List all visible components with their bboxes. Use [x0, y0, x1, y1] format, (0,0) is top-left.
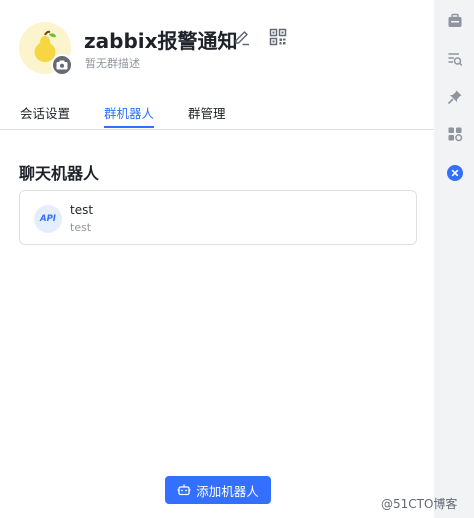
- tab-chat-settings[interactable]: 会话设置: [20, 103, 70, 122]
- close-icon[interactable]: [446, 164, 464, 182]
- search-history-icon[interactable]: [446, 50, 464, 68]
- group-name: zabbix报警通知: [84, 29, 238, 53]
- api-bot-icon: API: [34, 205, 62, 233]
- group-description[interactable]: 暂无群描述: [85, 55, 140, 71]
- camera-icon[interactable]: [51, 54, 73, 76]
- bot-name: test: [70, 203, 94, 217]
- tab-group-bots[interactable]: 群机器人: [104, 103, 154, 122]
- watermark: @51CTO博客: [381, 497, 458, 511]
- add-bot-button[interactable]: 添加机器人: [165, 476, 271, 504]
- add-bot-icon: [177, 484, 191, 496]
- qr-code-icon[interactable]: [269, 28, 287, 46]
- active-tab-indicator: [104, 126, 154, 128]
- bot-card[interactable]: API test test: [19, 190, 417, 245]
- pin-icon[interactable]: [446, 88, 464, 106]
- edit-icon[interactable]: [233, 28, 251, 46]
- group-apps-icon[interactable]: [446, 125, 464, 143]
- bot-subtitle: test: [70, 221, 92, 234]
- right-sidebar: [434, 0, 474, 518]
- section-title: 聊天机器人: [19, 164, 100, 183]
- group-settings-panel: zabbix报警通知 暂无群描述 会话设置 群机器人 群管理 聊天机器人 API: [0, 0, 434, 518]
- group-info-icon[interactable]: [446, 12, 464, 30]
- tab-bar: 会话设置 群机器人 群管理: [0, 98, 434, 130]
- add-bot-label: 添加机器人: [196, 483, 259, 499]
- tab-group-management[interactable]: 群管理: [188, 103, 226, 122]
